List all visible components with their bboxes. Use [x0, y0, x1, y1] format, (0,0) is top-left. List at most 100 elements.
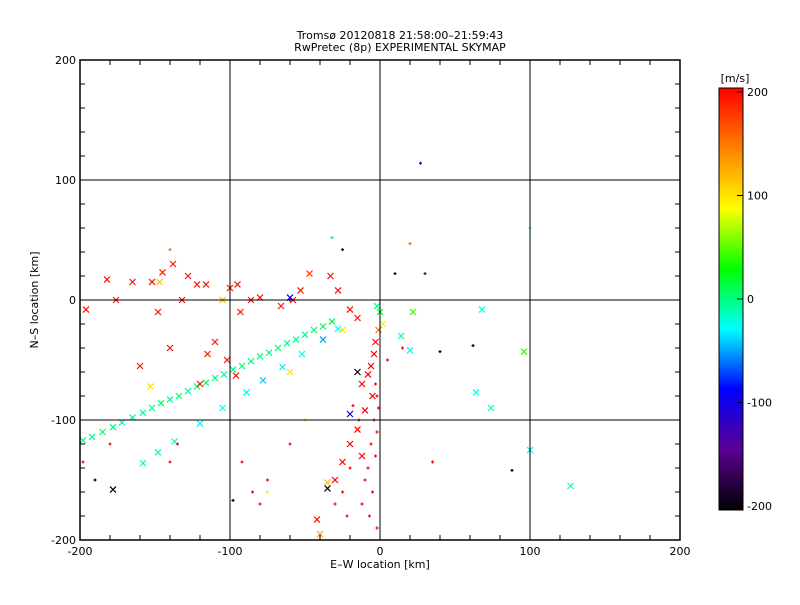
data-point-cross — [306, 270, 313, 278]
data-point-cross — [166, 344, 174, 352]
data-point-plus — [231, 498, 235, 502]
data-point-cross — [319, 336, 327, 344]
data-point-cross — [139, 409, 147, 417]
data-point-plus — [266, 490, 269, 494]
data-point-cross — [358, 380, 366, 388]
data-point-plus — [341, 248, 344, 252]
data-point-plus — [401, 346, 404, 350]
data-point-cross — [372, 338, 379, 346]
data-point-cross — [82, 306, 90, 314]
data-point-cross — [79, 436, 87, 444]
data-point-cross — [154, 448, 162, 456]
data-point-plus — [366, 466, 370, 470]
chart-svg: Tromsø 20120818 21:58:00–21:59:43 RwPret… — [28, 29, 772, 571]
data-point-cross — [373, 302, 381, 310]
data-point-cross — [184, 387, 192, 395]
data-point-cross — [219, 404, 226, 412]
data-point-plus — [471, 344, 475, 348]
colorbar-tick-label: -200 — [747, 500, 772, 513]
data-point-plus — [386, 358, 389, 362]
x-tick-label: 100 — [520, 545, 541, 558]
data-point-cross — [346, 306, 354, 314]
data-point-cross — [211, 374, 219, 382]
data-point-cross — [103, 276, 111, 284]
data-point-cross — [154, 308, 162, 316]
data-point-plus — [431, 460, 434, 464]
data-point-plus — [93, 478, 97, 482]
colorbar-tick-label: 100 — [747, 190, 768, 203]
data-point-cross — [136, 362, 144, 370]
data-point-cross — [286, 368, 294, 376]
data-point-plus — [348, 466, 352, 470]
data-point-plus — [81, 460, 85, 464]
data-point-cross — [243, 388, 250, 396]
y-tick-label: -200 — [51, 534, 76, 547]
data-point-cross — [324, 484, 331, 492]
data-point-cross — [346, 440, 354, 448]
data-point-cross — [478, 306, 486, 314]
data-point-cross — [331, 476, 339, 484]
y-tick-label: 200 — [55, 54, 76, 67]
data-point-plus — [374, 382, 377, 386]
data-point-cross — [274, 344, 282, 352]
data-point-cross — [334, 286, 342, 294]
data-point-cross — [211, 338, 219, 346]
colorbar-label: [m/s] — [721, 72, 750, 85]
data-point-cross — [298, 350, 306, 358]
data-point-cross — [223, 356, 231, 364]
data-point-plus — [341, 490, 344, 494]
data-point-cross — [196, 420, 204, 428]
data-point-cross — [409, 308, 417, 316]
data-point-cross — [229, 366, 237, 374]
data-point-plus — [419, 161, 422, 165]
data-point-plus — [330, 236, 334, 240]
data-point-cross — [358, 452, 366, 460]
data-point-cross — [375, 326, 382, 334]
data-point-plus — [266, 478, 269, 482]
data-point-cross — [327, 272, 334, 280]
data-point-cross — [232, 372, 240, 380]
data-point-cross — [361, 406, 369, 414]
data-point-cross — [364, 370, 372, 378]
data-point-cross — [354, 314, 361, 322]
skymap-chart: Tromsø 20120818 21:58:00–21:59:43 RwPret… — [0, 0, 800, 600]
data-point-cross — [238, 362, 246, 370]
data-point-cross — [397, 332, 405, 340]
data-point-cross — [472, 388, 480, 396]
data-point-cross — [313, 516, 321, 524]
y-tick-label: -100 — [51, 414, 76, 427]
y-tick-label: 0 — [69, 294, 76, 307]
data-point-cross — [234, 280, 241, 288]
data-point-cross — [369, 392, 376, 400]
data-point-cross — [324, 478, 331, 486]
data-point-plus — [375, 430, 379, 434]
data-point-cross — [301, 331, 309, 339]
data-point-plus — [368, 514, 371, 518]
data-point-cross — [202, 280, 210, 288]
data-point-plus — [251, 490, 254, 494]
data-point-cross — [156, 278, 163, 286]
data-point-cross — [487, 404, 495, 412]
data-point-cross — [354, 426, 361, 434]
colorbar-tick-label: 0 — [747, 293, 754, 306]
data-point-cross — [334, 325, 342, 333]
data-point-cross — [328, 318, 336, 326]
data-point-plus — [374, 454, 377, 458]
data-point-cross — [567, 482, 574, 490]
data-point-plus — [375, 394, 379, 398]
grid-lines — [80, 60, 680, 540]
data-point-cross — [319, 322, 327, 330]
data-point-cross — [259, 376, 267, 384]
data-point-cross — [159, 268, 166, 276]
data-point-plus — [438, 350, 442, 354]
data-point-cross — [339, 326, 346, 334]
data-point-cross — [166, 396, 174, 404]
data-point-plus — [408, 242, 412, 246]
colorbar-tick-label: 200 — [747, 86, 768, 99]
data-point-cross — [184, 272, 192, 280]
data-point-plus — [510, 468, 514, 472]
data-point-plus — [168, 460, 172, 464]
data-point-cross — [310, 326, 318, 334]
data-point-cross — [247, 357, 255, 365]
data-point-cross — [196, 380, 204, 388]
